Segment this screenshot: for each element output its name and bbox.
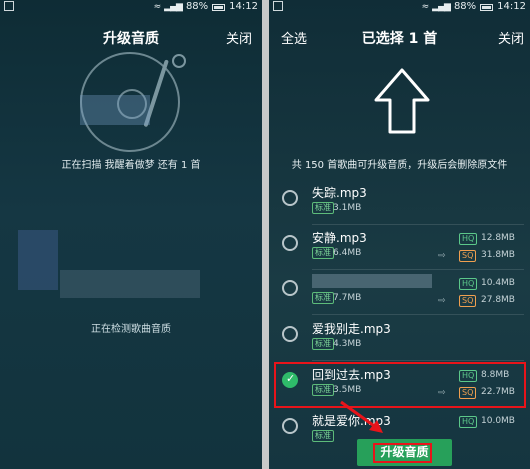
song-size: 3.1MB [333,203,362,213]
wifi-icon: ≈ [421,2,429,12]
upgrade-arrow-icon [374,68,430,134]
row-divider [312,360,524,361]
selected-row-highlight [274,362,526,408]
song-size: 4.3MB [333,339,362,349]
sq-size: 27.8MB [481,295,515,305]
battery-percent: 88% [185,1,209,12]
song-row[interactable]: 安静.mp3 标准 6.4MB HQ 12.8MB ⇨ SQ 31.8MB [269,225,530,270]
status-bar: ≈ ▂▄▆ 88% 14:12 [0,0,262,14]
battery-icon [480,3,494,11]
standard-badge: 标准 [312,247,334,259]
page-title: 升级音质 [103,31,159,47]
song-name: 安静.mp3 [312,231,367,245]
standard-badge: 标准 [312,292,334,304]
signal-icon: ▂▄▆ [432,2,451,12]
upgrade-selection-screen: ≈ ▂▄▆ 88% 14:12 全选 已选择 1 首 关闭 共 150 首歌曲可… [269,0,530,469]
hq-size: 10.4MB [481,278,515,288]
scan-status-text: 正在扫描 我醒着做梦 还有 1 首 [61,160,201,171]
blurred-region [60,270,200,298]
quality-check-text: 正在检测歌曲音质 [91,324,171,335]
battery-icon [212,3,226,11]
song-row[interactable]: 爱我别走.mp3 标准 4.3MB [269,316,530,361]
song-name: 爱我别走.mp3 [312,322,391,336]
hq-badge: HQ [459,278,478,290]
standard-badge: 标准 [312,338,334,350]
select-radio[interactable] [282,418,298,434]
select-radio[interactable] [282,280,298,296]
status-bar: ≈ ▂▄▆ 88% 14:12 [269,0,530,14]
song-size: 6.4MB [333,248,362,258]
song-row[interactable]: 失踪.mp3 标准 3.1MB [269,180,530,225]
blurred-song-name [312,274,432,288]
tonearm-head-icon [172,54,186,68]
select-radio[interactable] [282,190,298,206]
row-divider [312,314,524,315]
panel-divider [262,0,269,469]
photo-icon [273,1,283,11]
annotation-arrow-icon [340,400,383,433]
hq-size: 12.8MB [481,233,515,243]
standard-badge: 标准 [312,202,334,214]
signal-icon: ▂▄▆ [164,2,183,12]
blurred-region [18,230,58,290]
scanning-screen: ≈ ▂▄▆ 88% 14:12 升级音质 关闭 正在扫描 我醒着做梦 还有 1 … [0,0,262,469]
battery-percent: 88% [453,1,477,12]
selection-count-title: 已选择 1 首 [361,31,438,47]
sq-badge: SQ [459,250,477,262]
hq-badge: HQ [459,416,478,428]
sq-badge: SQ [459,295,477,307]
photo-icon [4,1,14,11]
song-name: 失踪.mp3 [312,186,367,200]
close-button[interactable]: 关闭 [498,28,524,47]
wifi-icon: ≈ [153,2,161,12]
arrow-right-icon: ⇨ [438,296,446,306]
clock: 14:12 [497,1,526,12]
song-size: 7.7MB [333,293,362,303]
standard-badge: 标准 [312,430,334,442]
upgrade-summary: 共 150 首歌曲可升级音质，升级后会删除原文件 [291,160,508,171]
upgrade-button-highlight [373,443,432,463]
select-radio[interactable] [282,326,298,342]
song-row[interactable]: 标准 7.7MB HQ 10.4MB ⇨ SQ 27.8MB [269,270,530,315]
hq-size: 10.0MB [481,416,515,426]
select-radio[interactable] [282,235,298,251]
hq-badge: HQ [459,233,478,245]
blurred-region [80,95,150,125]
close-button[interactable]: 关闭 [226,28,252,47]
clock: 14:12 [229,1,258,12]
sq-size: 31.8MB [481,250,515,260]
arrow-right-icon: ⇨ [438,251,446,261]
